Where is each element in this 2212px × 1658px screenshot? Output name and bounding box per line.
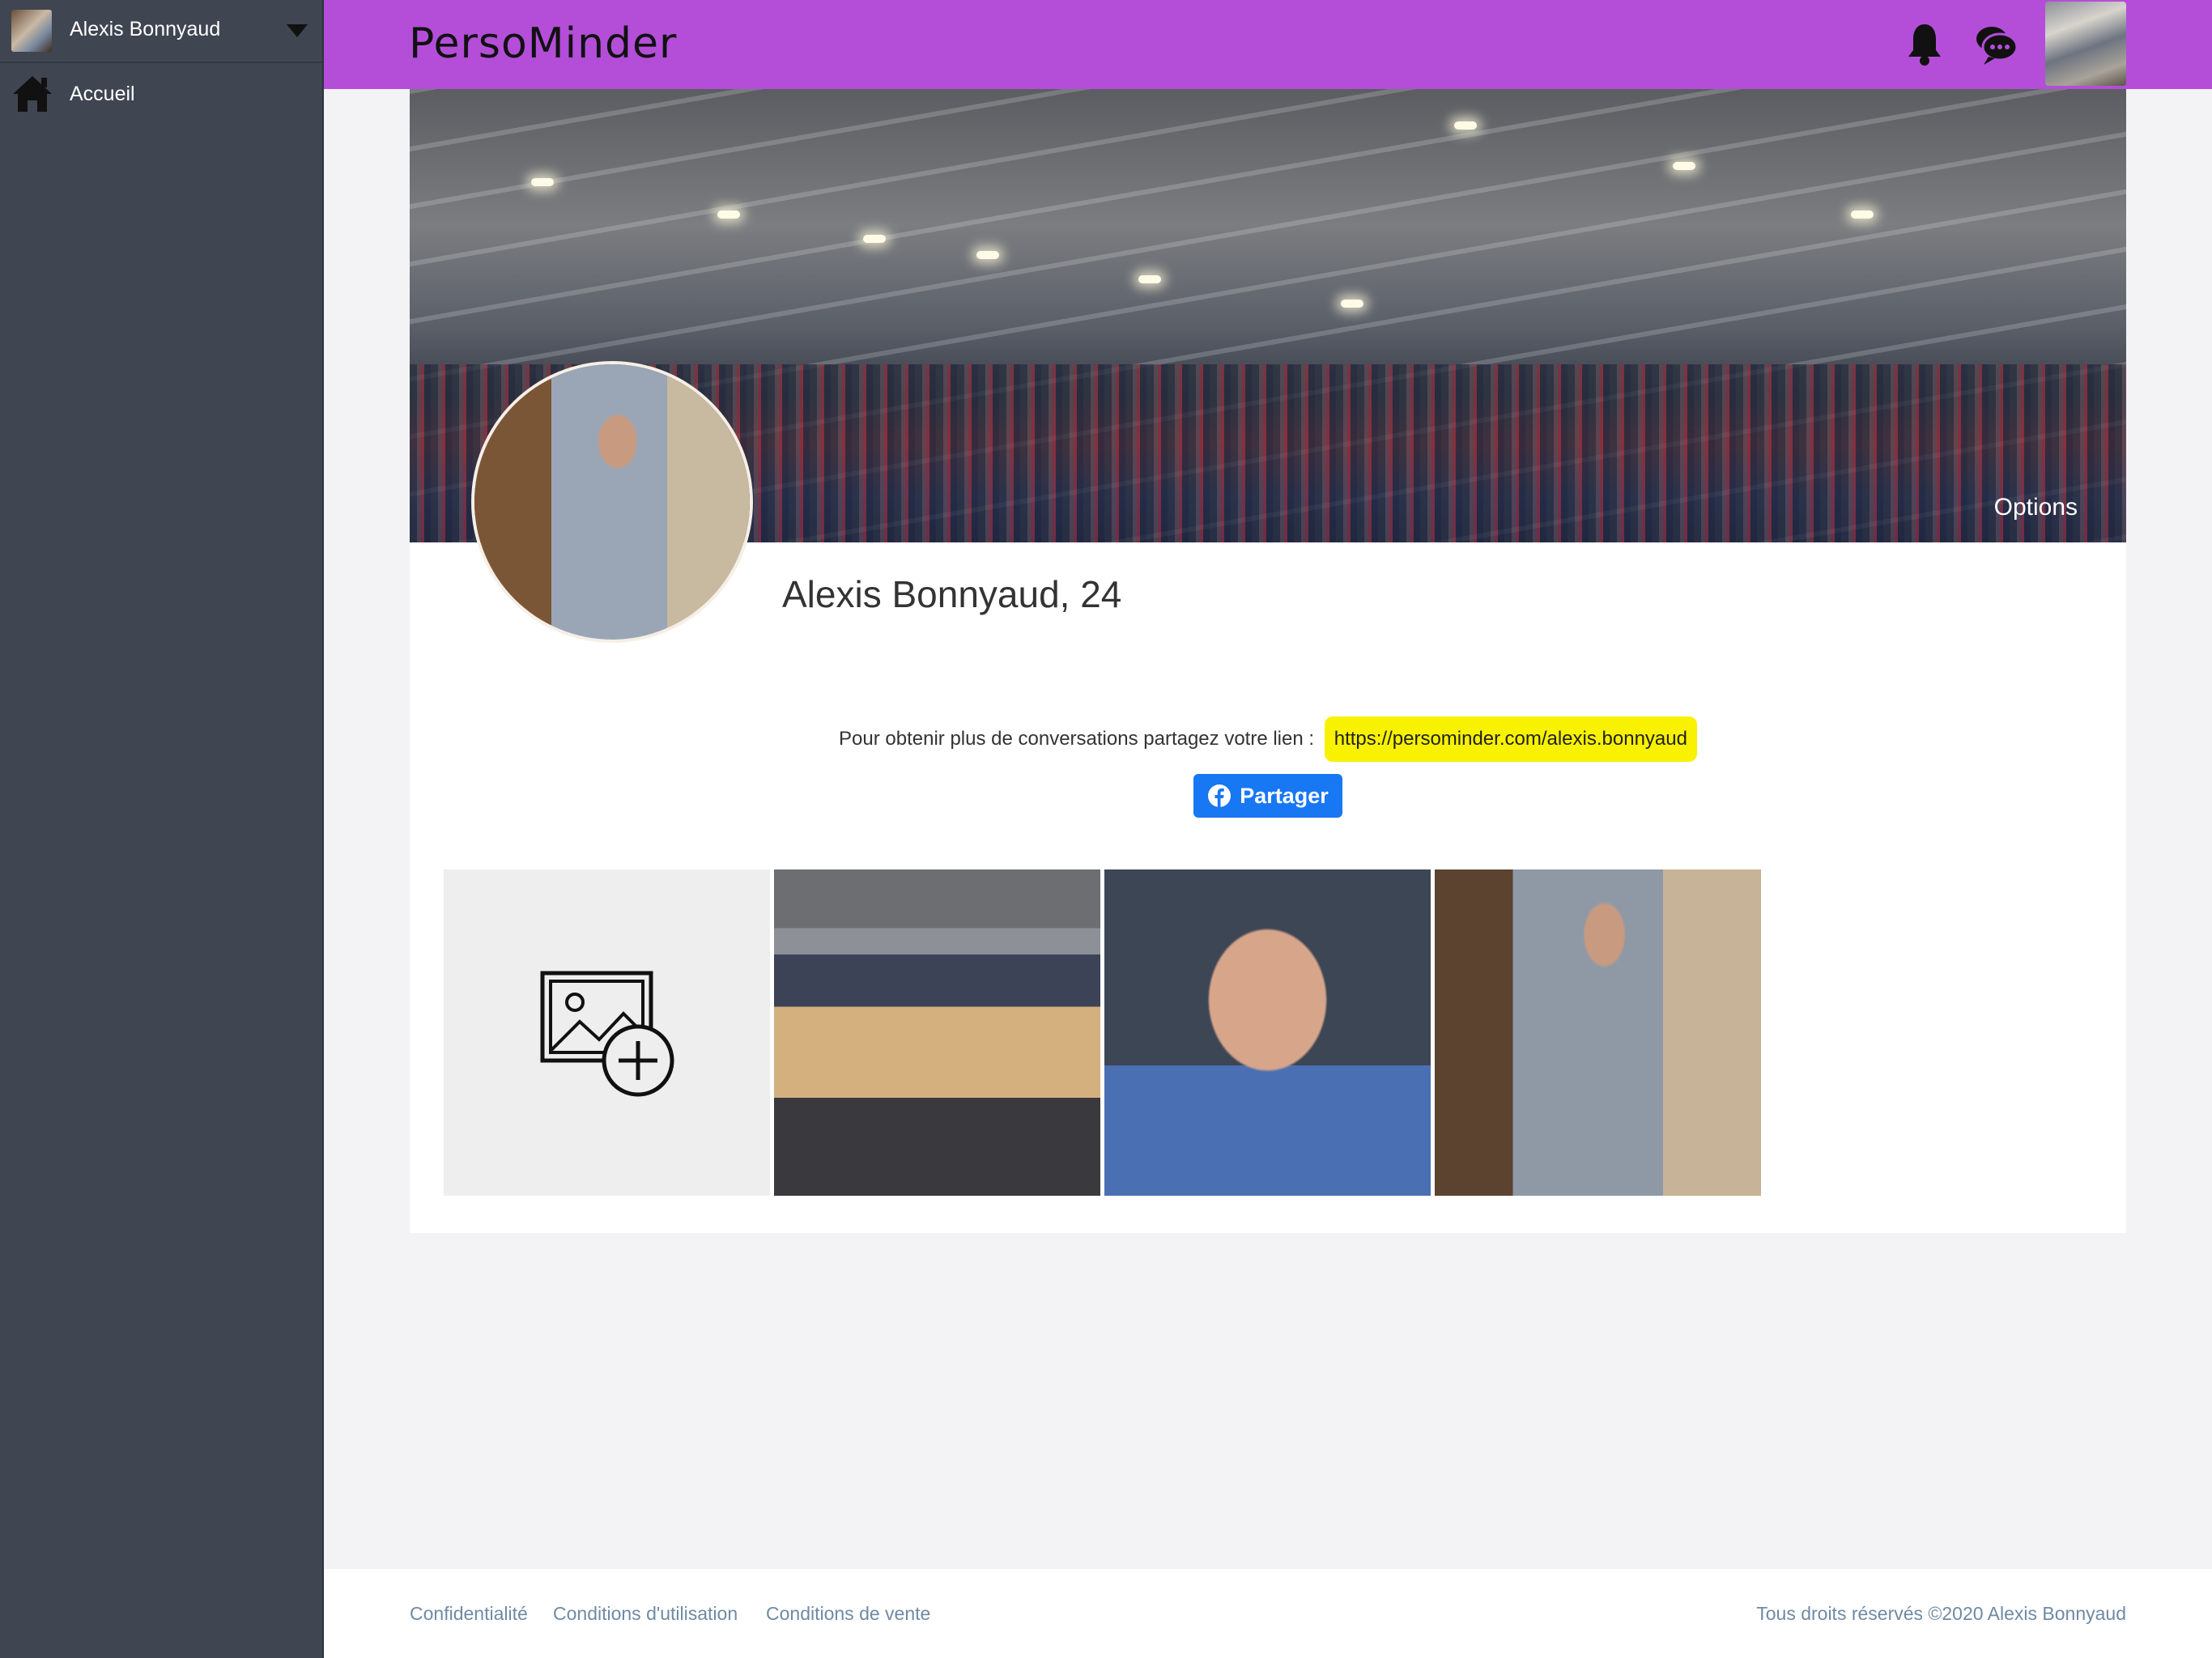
add-image-icon <box>540 971 674 1097</box>
share-text: Pour obtenir plus de conversations parta… <box>839 728 1315 750</box>
top-header: PersoMinder <box>324 0 2212 89</box>
gallery-photo[interactable] <box>1104 869 1431 1196</box>
share-button-label: Partager <box>1240 783 1329 808</box>
profile-card: Options Alexis Bonnyaud, 24 Pour obtenir… <box>410 89 2126 1233</box>
footer-copyright: Tous droits réservés ©2020 Alexis Bonnya… <box>1756 1603 2126 1624</box>
bell-icon[interactable] <box>1906 21 1943 66</box>
sidebar: Alexis Bonnyaud Accueil <box>0 0 324 1658</box>
cover-options-button[interactable]: Options <box>1994 494 2078 521</box>
share-row: Pour obtenir plus de conversations parta… <box>410 716 2126 762</box>
chat-bubbles-icon[interactable] <box>1974 21 2019 66</box>
gallery-photo[interactable] <box>774 869 1100 1196</box>
footer-link-terms-of-sale[interactable]: Conditions de vente <box>766 1603 930 1625</box>
sidebar-item-accueil[interactable]: Accueil <box>0 65 322 123</box>
footer-link-terms-of-use[interactable]: Conditions d'utilisation <box>553 1603 738 1625</box>
share-link[interactable]: https://persominder.com/alexis.bonnyaud <box>1324 716 1697 762</box>
facebook-share-button[interactable]: Partager <box>1193 774 1342 818</box>
profile-avatar[interactable] <box>474 364 750 640</box>
caret-down-icon[interactable] <box>287 24 308 37</box>
add-photo-tile[interactable] <box>444 869 770 1196</box>
footer-link-privacy[interactable]: Confidentialité <box>410 1603 528 1625</box>
gallery-photo[interactable] <box>1435 869 1761 1196</box>
sidebar-item-label: Accueil <box>70 83 135 105</box>
sidebar-user-menu[interactable]: Alexis Bonnyaud <box>0 0 322 63</box>
header-avatar[interactable] <box>2045 2 2126 86</box>
profile-name: Alexis Bonnyaud, 24 <box>782 573 1122 615</box>
sidebar-avatar <box>11 10 52 52</box>
facebook-icon <box>1208 784 1231 807</box>
sidebar-user-name: Alexis Bonnyaud <box>70 18 221 40</box>
app-logo[interactable]: PersoMinder <box>409 19 677 68</box>
home-icon <box>13 76 52 112</box>
footer: Confidentialité Conditions d'utilisation… <box>324 1569 2212 1658</box>
